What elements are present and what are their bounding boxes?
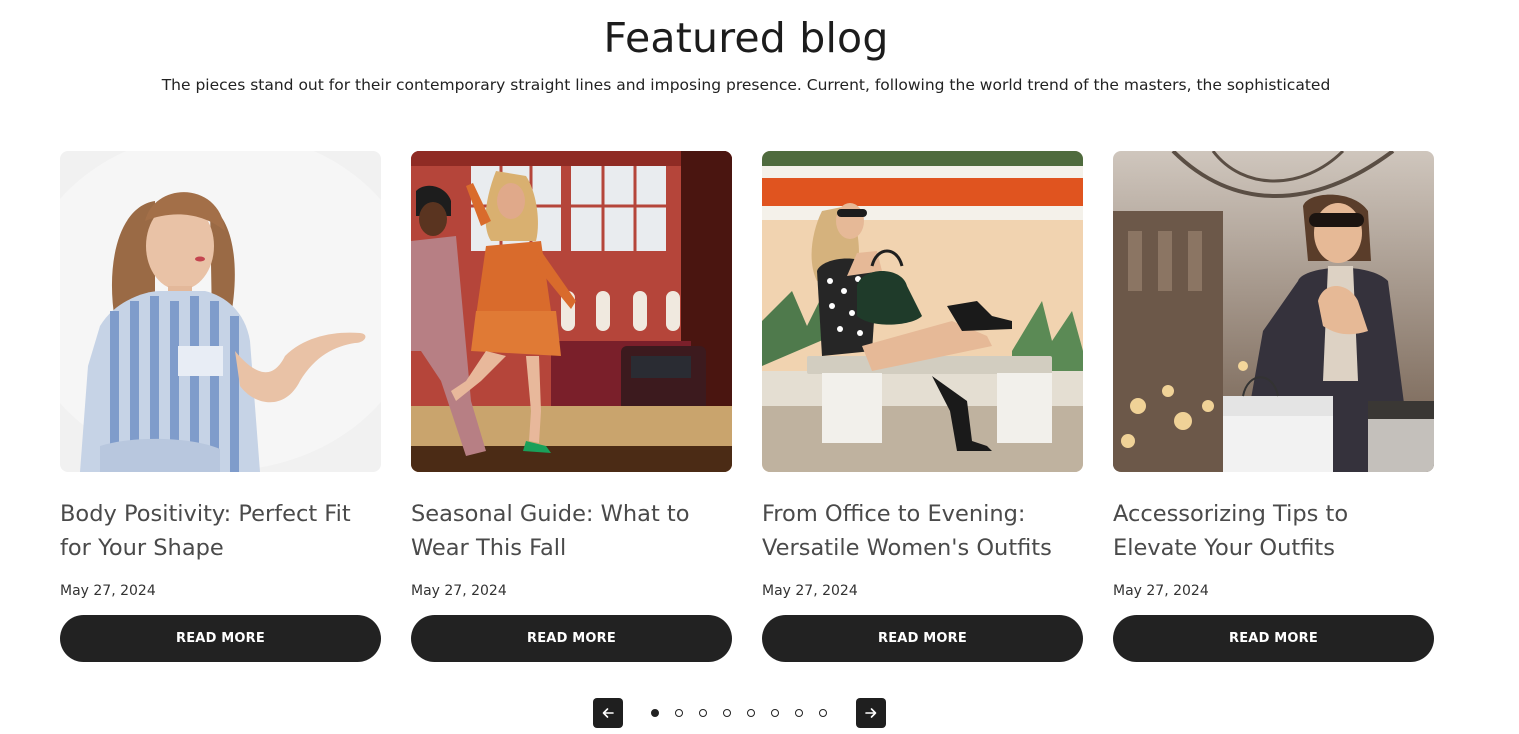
blog-card: Accessorizing Tips to Elevate Your Outfi… [1113,151,1434,662]
next-slide-button[interactable] [856,698,886,728]
pagination-dot[interactable] [675,709,683,717]
blog-card: Seasonal Guide: What to Wear This Fall M… [411,151,732,662]
blog-card-date: May 27, 2024 [411,583,507,599]
blog-card-date: May 27, 2024 [762,583,858,599]
pagination-dot[interactable] [651,709,659,717]
blog-card-date: May 27, 2024 [60,583,156,599]
prev-slide-button[interactable] [593,698,623,728]
blog-card-title[interactable]: Seasonal Guide: What to Wear This Fall [411,497,732,565]
blog-card-title[interactable]: Accessorizing Tips to Elevate Your Outfi… [1113,497,1434,565]
pagination-dot[interactable] [771,709,779,717]
blog-card-title[interactable]: Body Positivity: Perfect Fit for Your Sh… [60,497,381,565]
read-more-button[interactable]: READ MORE [411,615,732,662]
pagination-dot[interactable] [795,709,803,717]
arrow-right-icon [865,708,877,718]
blog-card-image-woman-striped-shirt[interactable] [60,151,381,472]
read-more-button[interactable]: READ MORE [762,615,1083,662]
blog-card-image-woman-shopping[interactable] [1113,151,1434,472]
blog-card-title[interactable]: From Office to Evening: Versatile Women'… [762,497,1083,565]
blog-card-list: Body Positivity: Perfect Fit for Your Sh… [60,151,1434,662]
blog-card-image-street-fashion[interactable] [411,151,732,472]
arrow-left-icon [602,708,614,718]
read-more-button[interactable]: READ MORE [60,615,381,662]
featured-blog-section: Featured blog The pieces stand out for t… [0,0,1519,734]
pagination-dot[interactable] [699,709,707,717]
pagination-dot[interactable] [819,709,827,717]
carousel-pagination [593,698,886,728]
pagination-dot[interactable] [747,709,755,717]
blog-card: From Office to Evening: Versatile Women'… [762,151,1083,662]
section-subtitle: The pieces stand out for their contempor… [161,76,1331,94]
pagination-dot[interactable] [723,709,731,717]
blog-card: Body Positivity: Perfect Fit for Your Sh… [60,151,381,662]
read-more-button[interactable]: READ MORE [1113,615,1434,662]
pagination-dots [651,709,827,717]
blog-card-date: May 27, 2024 [1113,583,1209,599]
blog-card-image-woman-on-bench[interactable] [762,151,1083,472]
section-title: Featured blog [603,14,889,62]
